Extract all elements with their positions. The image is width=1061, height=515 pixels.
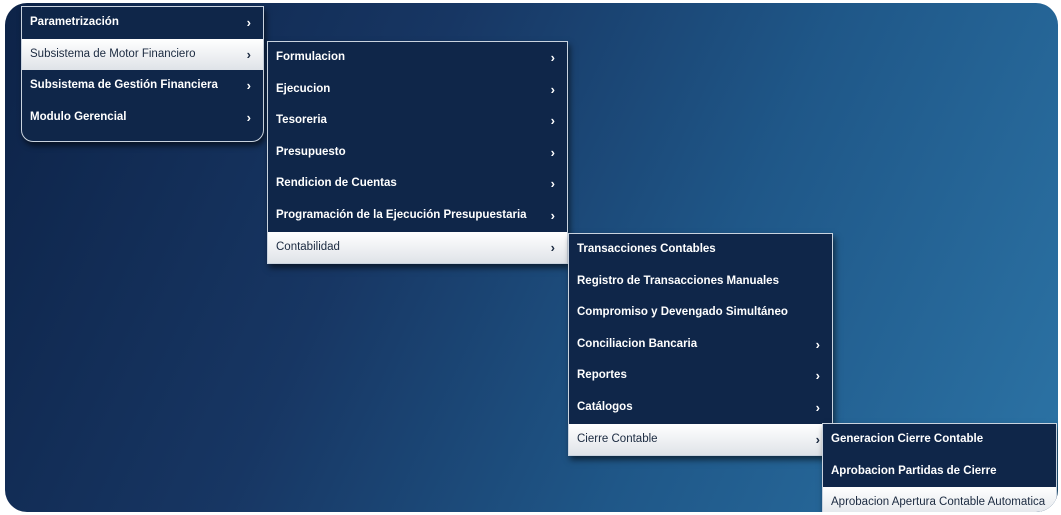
- menu-item[interactable]: Reportes ›: [569, 360, 832, 392]
- menu-item[interactable]: Registro de Transacciones Manuales: [569, 266, 832, 298]
- menu-item-label: Presupuesto: [276, 145, 346, 158]
- menu-item[interactable]: Generacion Cierre Contable: [823, 424, 1056, 456]
- menu-item-label: Ejecucion: [276, 82, 331, 95]
- chevron-right-icon: ›: [815, 336, 820, 352]
- menu-item[interactable]: Transacciones Contables: [569, 234, 832, 266]
- menu-item-label: Parametrización: [30, 16, 119, 28]
- menu-item-label: Cierre Contable: [577, 432, 658, 445]
- menu-item-label: Contabilidad: [276, 240, 340, 253]
- chevron-right-icon: ›: [246, 109, 251, 125]
- menu-item[interactable]: Tesoreria ›: [268, 105, 567, 137]
- chevron-right-icon: ›: [246, 15, 251, 30]
- menu-item-label: Compromiso y Devengado Simultáneo: [577, 306, 788, 319]
- menu-item[interactable]: Catálogos ›: [569, 392, 832, 424]
- menu-item[interactable]: Contabilidad ›: [268, 231, 567, 264]
- menu-item[interactable]: Subsistema de Gestión Financiera ›: [22, 70, 263, 102]
- chevron-right-icon: ›: [550, 113, 555, 129]
- menu-level-2: Formulacion › Ejecucion › Tesoreria › Presupue…: [267, 41, 568, 265]
- chevron-right-icon: ›: [815, 368, 820, 384]
- menu-item-label: Rendicion de Cuentas: [276, 177, 397, 190]
- chevron-right-icon: ›: [550, 176, 555, 192]
- chevron-right-icon: ›: [550, 239, 555, 255]
- menu-level-4: Generacion Cierre Contable Aprobacion Par…: [822, 423, 1057, 512]
- menu-item[interactable]: Presupuesto ›: [268, 137, 567, 169]
- menu-item[interactable]: Rendicion de Cuentas ›: [268, 168, 567, 200]
- menu-item[interactable]: Compromiso y Devengado Simultáneo: [569, 297, 832, 329]
- chevron-right-icon: ›: [550, 144, 555, 160]
- chevron-right-icon: ›: [246, 78, 251, 94]
- menu-item-label: Programación de la Ejecución Presupuesta…: [276, 208, 527, 221]
- menu-item-label: Formulacion: [276, 51, 346, 63]
- chevron-right-icon: ›: [246, 46, 251, 62]
- menu-level-1: Parametrización › Subsistema de Motor Fina…: [21, 6, 264, 143]
- chevron-right-icon: ›: [815, 399, 820, 415]
- chevron-right-icon: ›: [550, 50, 555, 65]
- menu-item[interactable]: Modulo Gerencial ›: [22, 102, 263, 134]
- menu-item[interactable]: Programación de la Ejecución Presupuesta…: [268, 200, 567, 232]
- menu-item[interactable]: Subsistema de Motor Financiero ›: [22, 38, 263, 71]
- menu-item[interactable]: Formulacion ›: [268, 42, 567, 74]
- menu-item-label: Reportes: [577, 369, 627, 382]
- menu-item-label: Tesoreria: [276, 114, 327, 127]
- menu-item[interactable]: Conciliacion Bancaria ›: [569, 329, 832, 361]
- menu-item[interactable]: Aprobacion Apertura Contable Automatica: [823, 487, 1056, 512]
- chevron-right-icon: ›: [550, 81, 555, 97]
- menu-item-label: Catálogos: [577, 400, 633, 413]
- menu-item-label: Generacion Cierre Contable: [831, 433, 984, 445]
- menu-item[interactable]: Parametrización ›: [22, 7, 263, 39]
- menu-item-label: Conciliacion Bancaria: [577, 337, 698, 350]
- background-panel: Parametrización › Subsistema de Motor Fina…: [5, 3, 1058, 512]
- menu-level-3: Transacciones Contables Registro de Trans…: [568, 233, 833, 457]
- menu-item-label: Transacciones Contables: [577, 243, 716, 255]
- menu-item-label: Subsistema de Motor Financiero: [30, 47, 196, 60]
- menu-item-label: Subsistema de Gestión Financiera: [30, 79, 218, 92]
- chevron-right-icon: ›: [815, 431, 820, 447]
- menu-item-label: Aprobacion Apertura Contable Automatica: [831, 496, 1046, 509]
- menu-item[interactable]: Aprobacion Partidas de Cierre: [823, 456, 1056, 488]
- menu-item[interactable]: Cierre Contable ›: [569, 423, 832, 456]
- menu-item[interactable]: Ejecucion ›: [268, 74, 567, 106]
- menu-item-label: Registro de Transacciones Manuales: [577, 274, 779, 287]
- menu-item-label: Modulo Gerencial: [30, 110, 127, 123]
- menu-item-label: Aprobacion Partidas de Cierre: [831, 464, 997, 477]
- chevron-right-icon: ›: [550, 207, 555, 223]
